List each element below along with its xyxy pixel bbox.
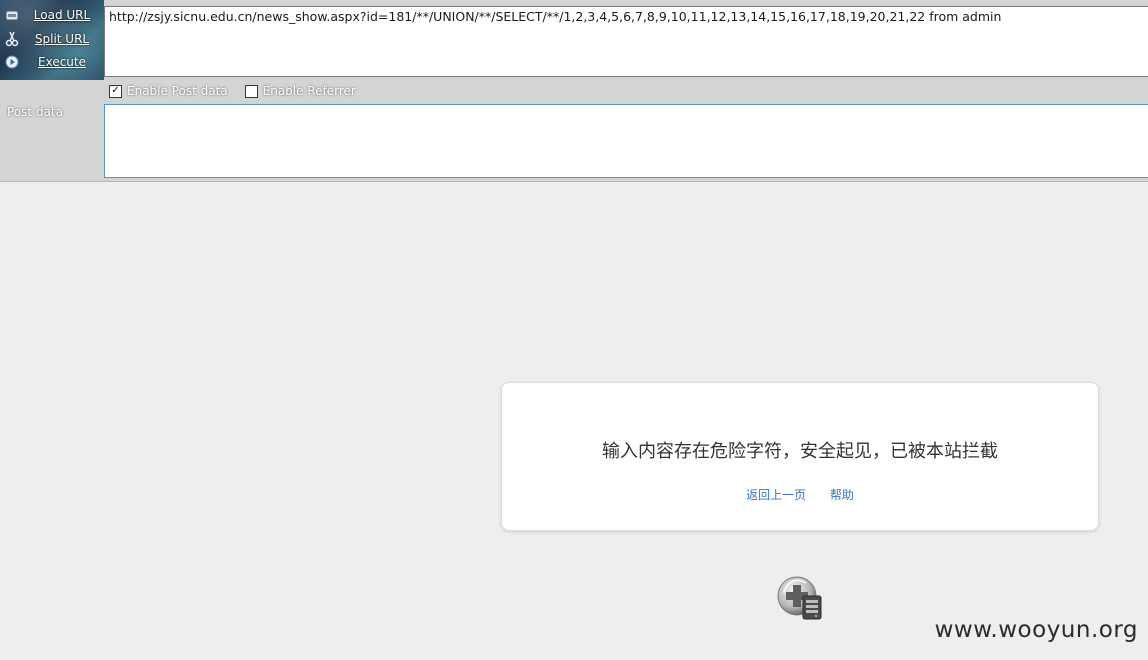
block-notice-card: 输入内容存在危险字符，安全起见，已被本站拦截 返回上一页 帮助: [501, 382, 1099, 531]
load-url-icon: [4, 7, 20, 23]
watermark-text: www.wooyun.org: [934, 617, 1138, 643]
load-url-label: Load URL: [33, 8, 91, 22]
post-data-input[interactable]: [104, 104, 1148, 178]
enable-post-data-checkbox[interactable]: ✓: [109, 84, 122, 98]
split-url-label: Split URL: [34, 32, 90, 46]
security-shield-logo: [776, 575, 824, 621]
url-input[interactable]: http://zsjy.sicnu.edu.cn/news_show.aspx?…: [104, 6, 1148, 77]
enable-referrer-label[interactable]: Enable Referrer: [263, 84, 356, 98]
help-link[interactable]: 帮助: [830, 488, 854, 502]
hackbar-panel: Load URL Split URL Execute http://zsjy.s…: [0, 0, 1148, 182]
execute-label: Execute: [38, 55, 86, 69]
block-links: 返回上一页 帮助: [502, 486, 1098, 503]
execute-icon: [4, 54, 20, 70]
back-link[interactable]: 返回上一页: [746, 488, 806, 502]
block-message: 输入内容存在危险字符，安全起见，已被本站拦截: [602, 441, 998, 462]
post-data-label: Post data: [7, 105, 63, 119]
execute-button[interactable]: Execute: [0, 51, 104, 73]
enable-post-data-label[interactable]: Enable Post data: [127, 84, 228, 98]
split-url-button[interactable]: Split URL: [0, 28, 104, 50]
split-url-icon: [4, 31, 20, 47]
hackbar-options: ✓ Enable Post data Enable Referrer: [104, 82, 368, 100]
enable-referrer-checkbox[interactable]: [244, 84, 258, 98]
load-url-button[interactable]: Load URL: [0, 4, 104, 26]
